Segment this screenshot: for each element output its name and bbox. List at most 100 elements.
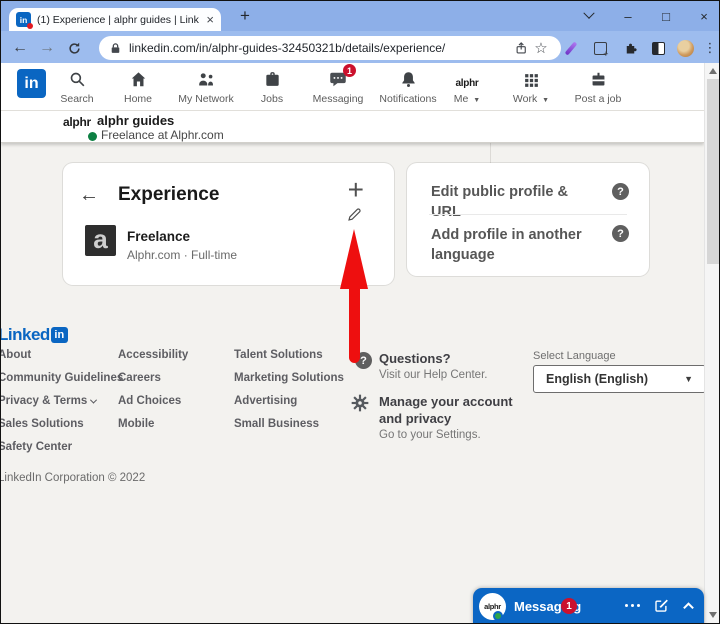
post-a-job-icon [589,69,608,89]
share-icon[interactable] [511,38,531,58]
profile-options-card: Edit public profile & URL ? Add profile … [407,163,649,276]
linkedin-navbar: in Search Home My Network Jobs [1,63,704,111]
footer-link[interactable]: About [0,349,123,372]
chevron-up-icon[interactable] [682,600,695,611]
tab-close-icon[interactable]: × [202,13,214,26]
profile-mini-header: alphr alphr guides Freelance at Alphr.co… [1,111,704,143]
search-icon [68,69,87,89]
browser-titlebar: in (1) Experience | alphr guides | Link … [1,1,719,31]
me-avatar: alphr [456,69,479,89]
darkmode-extension-icon[interactable] [648,38,668,58]
footer-link[interactable]: Talent Solutions [234,349,344,372]
profile-name: alphr guides [97,113,174,128]
language-label: Select Language [533,350,616,362]
experience-role: Freelance [127,229,190,244]
edit-public-profile-link[interactable]: Edit public profile & URL [431,182,601,222]
footer-link[interactable]: Accessibility [118,349,188,372]
nav-item-messaging[interactable]: 1 Messaging [300,69,376,105]
footer-column-2: Accessibility Careers Ad Choices Mobile [118,349,188,441]
compose-message-icon[interactable] [654,598,669,613]
footer-link[interactable]: Ad Choices [118,395,188,418]
notifications-bell-icon [399,69,418,89]
messaging-badge: 1 [561,598,577,614]
window-close-button[interactable]: × [691,3,717,29]
address-bar[interactable]: linkedin.com/in/alphr-guides-32450321b/d… [99,36,561,60]
company-logo: a [85,225,116,256]
new-tab-button[interactable]: + [234,5,256,27]
back-arrow-icon[interactable]: ← [79,185,99,205]
footer-questions: Questions? Visit our Help Center. [379,350,487,381]
footer-link[interactable]: Community Guidelines [0,372,123,395]
browser-menu-icon[interactable]: ⋮ [700,38,720,58]
language-select[interactable]: English (English) ▼ [533,365,706,393]
footer-link[interactable]: Marketing Solutions [234,372,344,395]
jobs-briefcase-icon [263,69,282,89]
footer-column-1: About Community Guidelines Privacy & Ter… [0,349,123,464]
window-maximize-button[interactable]: □ [653,3,679,29]
help-icon[interactable]: ? [612,225,629,242]
nav-item-work[interactable]: Work ▼ [493,69,569,105]
window-menu-chevron-icon[interactable] [576,3,602,29]
forward-button[interactable]: → [36,37,58,59]
footer-link[interactable]: Privacy & Terms [0,395,123,418]
messaging-panel[interactable]: alphr Messaging 1 [473,588,704,624]
footer-link[interactable]: Careers [118,372,188,395]
footer-link[interactable]: Mobile [118,418,188,441]
scrollbar-thumb[interactable] [707,79,720,264]
tab-title: (1) Experience | alphr guides | Link [37,14,202,26]
help-center-link[interactable]: Visit our Help Center. [379,369,487,381]
window-minimize-button[interactable]: – [615,3,641,29]
browser-tab[interactable]: in (1) Experience | alphr guides | Link … [9,8,221,31]
footer-link[interactable]: Sales Solutions [0,418,123,441]
annotation-arrow-tail [349,284,360,363]
nav-item-home[interactable]: Home [100,69,176,105]
extensions-puzzle-icon[interactable] [620,38,640,58]
home-icon [129,69,148,89]
page-scrollbar[interactable] [704,63,720,624]
work-grid-icon [523,69,540,89]
add-experience-button[interactable]: + [348,176,364,204]
help-icon[interactable]: ? [612,183,629,200]
back-button[interactable]: ← [9,37,31,59]
edit-pencil-icon[interactable] [346,206,363,223]
screenshot-extension-icon[interactable] [590,38,610,58]
presence-dot-icon [88,132,97,141]
annotation-arrow-head [340,229,368,289]
my-network-icon [196,69,216,89]
bookmark-star-icon[interactable]: ☆ [531,38,551,58]
nav-item-my-network[interactable]: My Network [168,69,244,105]
reload-icon [67,41,82,56]
experience-meta: Alphr.com · Full-time [127,248,237,262]
footer-link[interactable]: Advertising [234,395,344,418]
presence-dot-icon [493,611,503,621]
profile-avatar: alphr [63,115,91,129]
pen-extension-icon[interactable] [561,38,581,58]
chevron-down-icon: ▼ [542,97,549,104]
footer-manage-account: Manage your account and privacy Go to yo… [379,393,534,441]
add-profile-language-link[interactable]: Add profile in another language [431,225,591,265]
nav-item-post-a-job[interactable]: Post a job [560,69,636,105]
footer-column-3: Talent Solutions Marketing Solutions Adv… [234,349,344,441]
gear-icon [350,393,370,413]
footer-link[interactable]: Safety Center [0,441,123,464]
scroll-down-arrow-icon[interactable] [709,612,717,618]
experience-title: Experience [118,184,219,206]
browser-profile-avatar[interactable] [675,38,695,58]
browser-window: in (1) Experience | alphr guides | Link … [0,0,720,624]
settings-link[interactable]: Go to your Settings. [379,429,534,441]
notification-dot-icon [27,23,33,29]
profile-status: Freelance at Alphr.com [101,128,224,142]
messaging-badge: 1 [343,64,356,77]
messaging-more-icon[interactable] [625,604,640,607]
nav-item-jobs[interactable]: Jobs [234,69,310,105]
chevron-down-icon [90,397,97,404]
divider [429,214,627,215]
url-text: linkedin.com/in/alphr-guides-32450321b/d… [129,41,511,55]
linkedin-favicon: in [16,12,31,27]
scroll-up-arrow-icon[interactable] [709,68,717,74]
messaging-icon: 1 [328,69,348,89]
reload-button[interactable] [63,37,85,59]
footer-linkedin-logo: Linked in [0,325,68,345]
footer-link[interactable]: Small Business [234,418,344,441]
chevron-down-icon: ▼ [473,97,480,104]
